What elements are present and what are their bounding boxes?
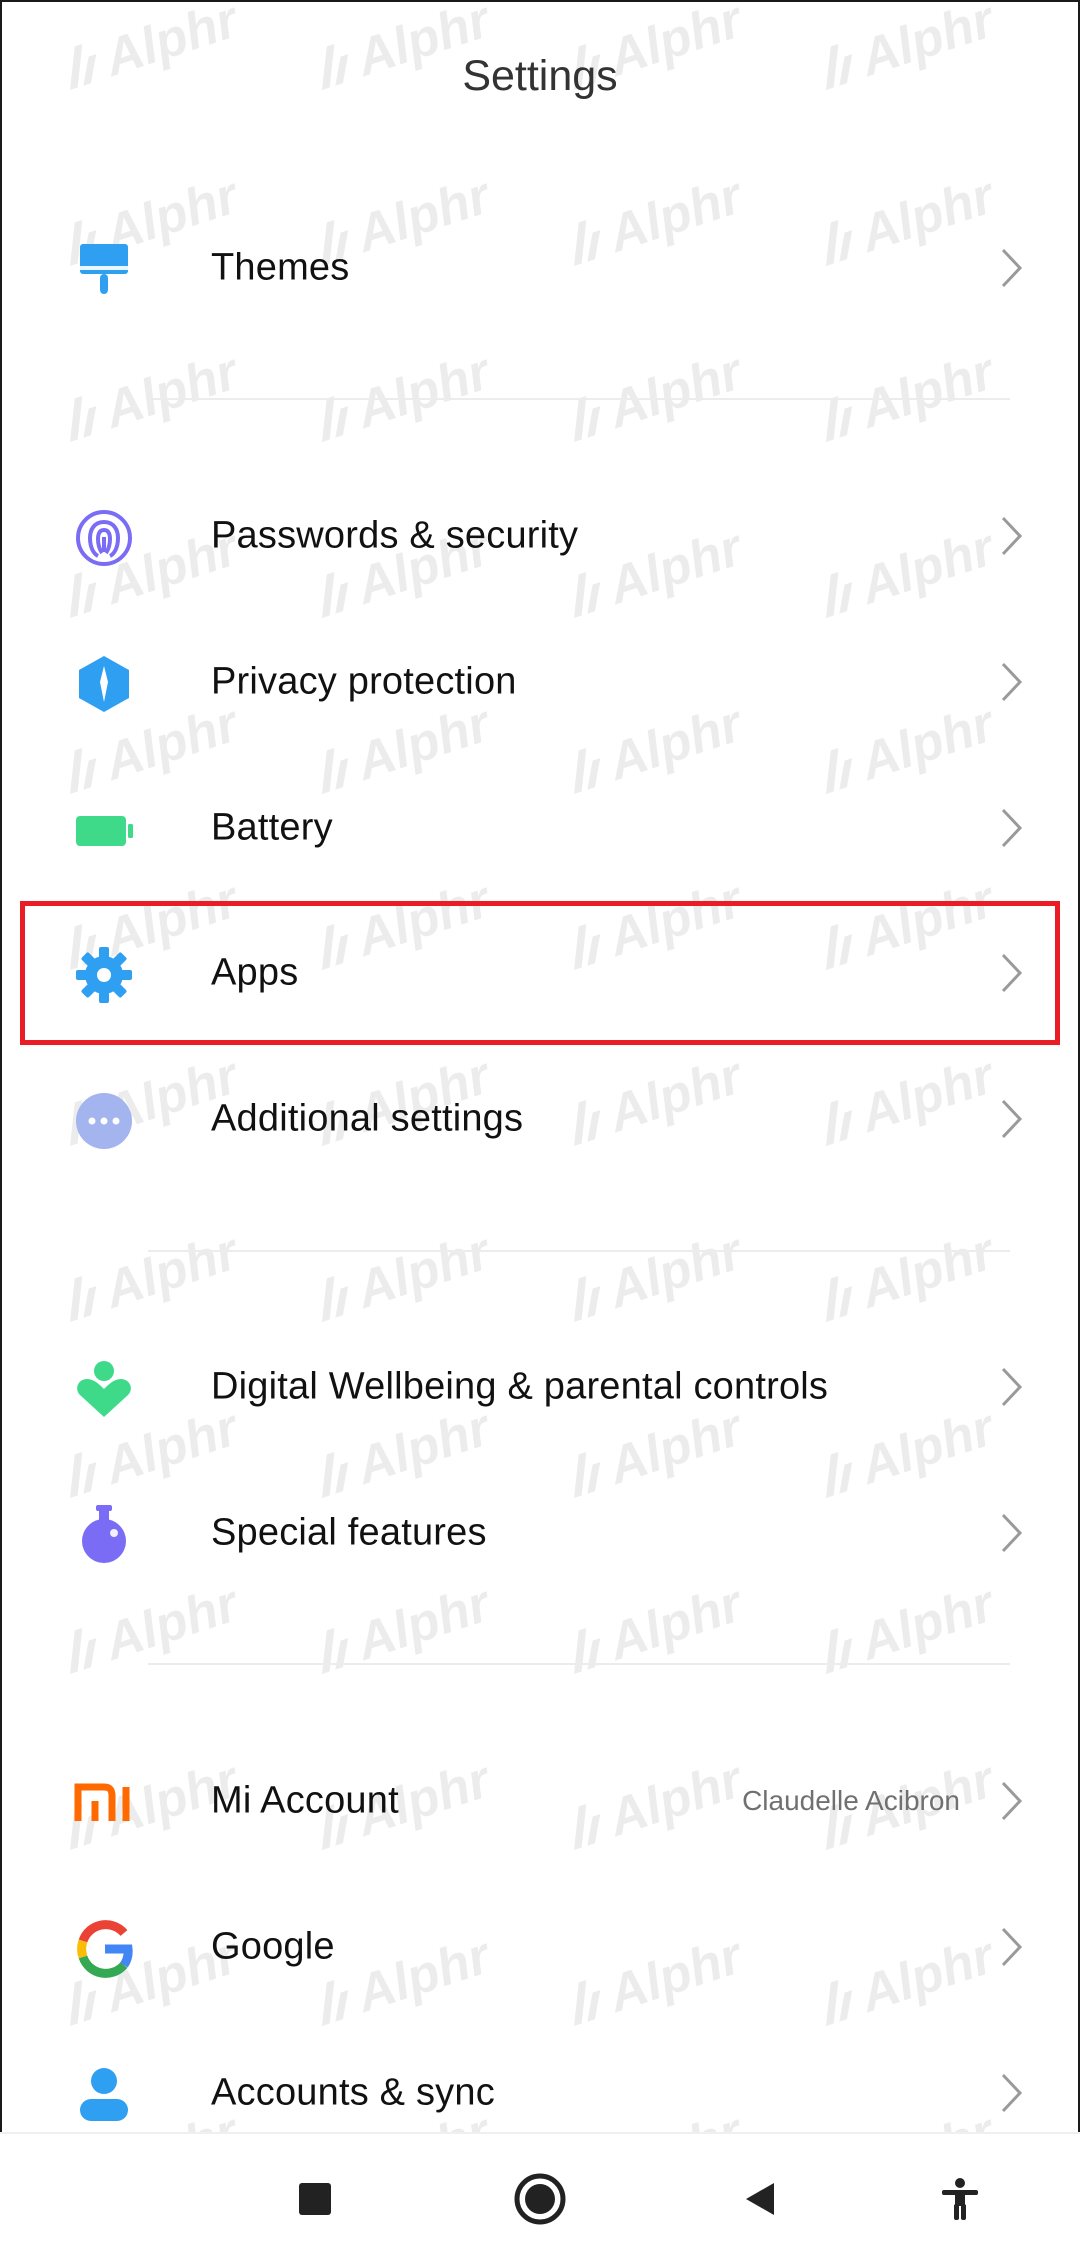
settings-item-label: Google — [211, 1925, 335, 1968]
settings-item-label: Privacy protection — [211, 660, 517, 703]
chevron-right-icon — [1001, 248, 1023, 288]
settings-item-label: Apps — [211, 951, 299, 994]
settings-item-battery[interactable]: Battery — [0, 755, 1080, 901]
settings-item-label: Accounts & sync — [211, 2071, 495, 2114]
chevron-right-icon — [1001, 1099, 1023, 1139]
page-title: Settings — [462, 52, 618, 100]
back-triangle-icon[interactable] — [725, 2164, 795, 2234]
paint-brush-icon — [74, 240, 134, 300]
settings-item-additional-settings[interactable]: Additional settings — [0, 1046, 1080, 1192]
settings-item-themes[interactable]: Themes — [0, 195, 1080, 341]
chevron-right-icon — [1001, 662, 1023, 702]
gear-icon — [74, 945, 134, 1005]
chevron-right-icon — [1001, 2073, 1023, 2113]
settings-item-mi-account[interactable]: Mi Account Claudelle Acibron — [0, 1728, 1080, 1874]
settings-item-privacy-protection[interactable]: Privacy protection — [0, 609, 1080, 755]
chevron-right-icon — [1001, 516, 1023, 556]
settings-item-passwords-security[interactable]: Passwords & security — [0, 463, 1080, 609]
section-divider — [148, 398, 1010, 400]
accessibility-icon[interactable] — [925, 2164, 995, 2234]
settings-item-label: Battery — [211, 806, 333, 849]
settings-item-label: Additional settings — [211, 1097, 524, 1140]
settings-item-label: Mi Account — [211, 1779, 399, 1822]
settings-item-apps[interactable]: Apps — [0, 900, 1080, 1046]
wellbeing-heart-icon — [74, 1359, 134, 1419]
settings-item-special-features[interactable]: Special features — [0, 1460, 1080, 1606]
chevron-right-icon — [1001, 1781, 1023, 1821]
privacy-shield-icon — [74, 654, 134, 714]
account-name-value: Claudelle Acibron — [742, 1785, 960, 1816]
settings-item-label: Themes — [211, 246, 350, 289]
chevron-right-icon — [1001, 1367, 1023, 1407]
chevron-right-icon — [1001, 953, 1023, 993]
recents-square-icon[interactable] — [280, 2164, 350, 2234]
chevron-right-icon — [1001, 1927, 1023, 1967]
navigation-bar — [0, 2132, 1080, 2265]
settings-item-google[interactable]: Google — [0, 1874, 1080, 2020]
settings-item-label: Digital Wellbeing & parental controls — [211, 1365, 829, 1408]
chevron-right-icon — [1001, 1513, 1023, 1553]
google-g-icon — [74, 1919, 134, 1979]
settings-item-digital-wellbeing[interactable]: Digital Wellbeing & parental controls — [0, 1314, 1080, 1460]
battery-icon — [74, 800, 134, 860]
mi-logo-icon — [74, 1773, 134, 1833]
settings-item-label: Passwords & security — [211, 514, 579, 557]
more-dots-icon — [74, 1091, 134, 1151]
person-icon — [74, 2065, 134, 2125]
fingerprint-icon — [74, 508, 134, 568]
settings-item-label: Special features — [211, 1511, 487, 1554]
flask-icon — [74, 1505, 134, 1565]
section-divider — [148, 1663, 1010, 1665]
section-divider — [148, 1250, 1010, 1252]
chevron-right-icon — [1001, 808, 1023, 848]
home-circle-icon[interactable] — [505, 2164, 575, 2234]
